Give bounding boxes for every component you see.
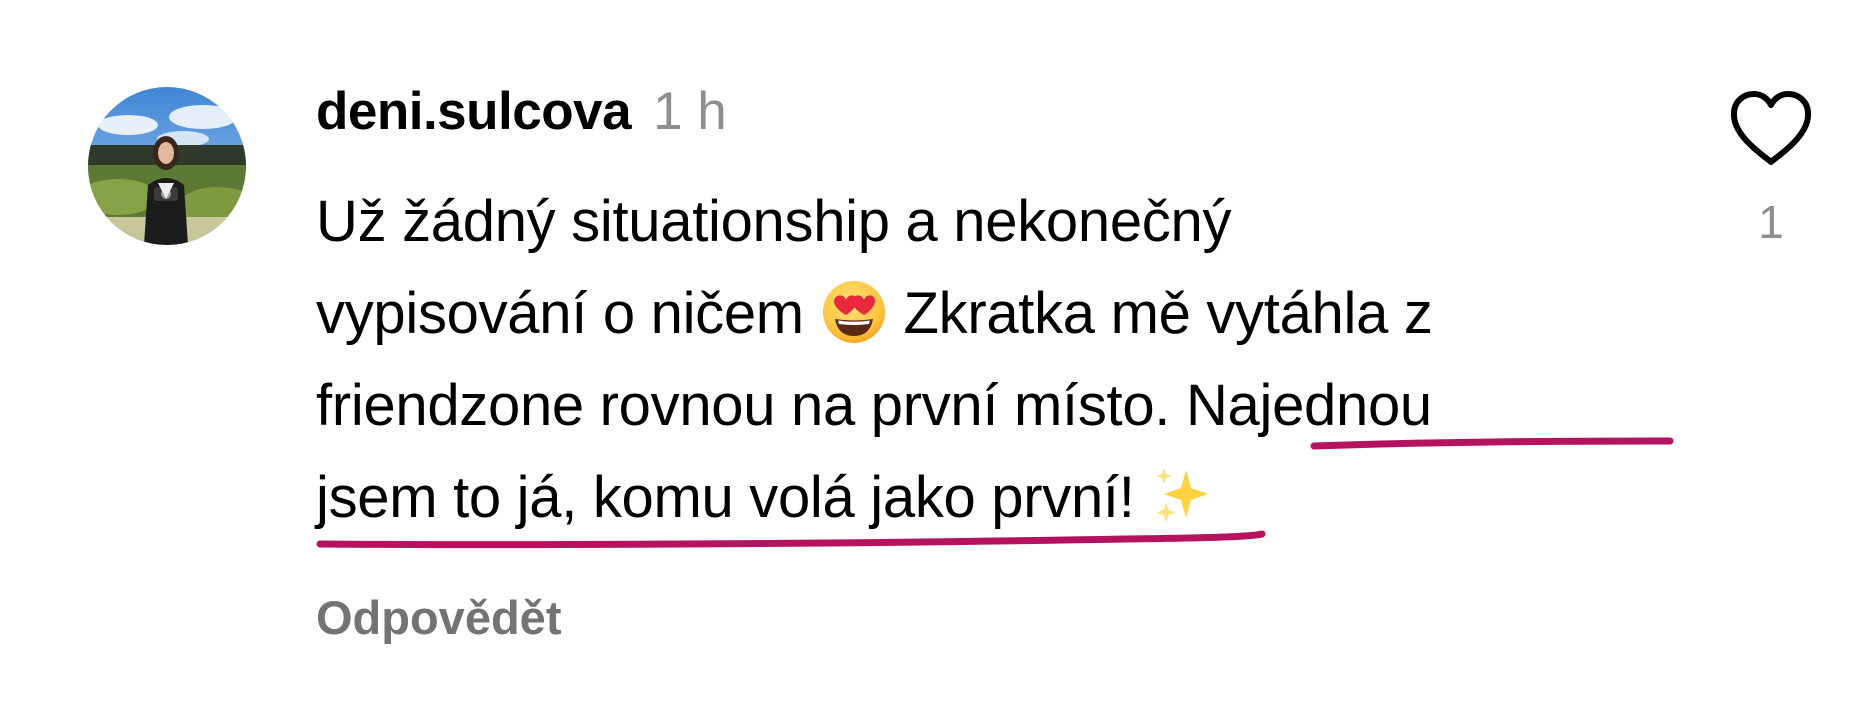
comment-text-segment: vypisování o ničem	[316, 281, 804, 346]
sparkles-emoji-icon	[1150, 464, 1214, 528]
comment-text-segment: Zkratka mě vytáhla z	[903, 281, 1433, 346]
heart-outline-icon[interactable]	[1729, 90, 1813, 168]
like-count: 1	[1758, 196, 1784, 248]
heart-eyes-emoji-icon	[820, 278, 888, 346]
like-area: 1	[1716, 90, 1826, 250]
reply-button[interactable]: Odpovědět	[316, 590, 561, 645]
username[interactable]: deni.sulcova	[316, 82, 632, 141]
comment-line-1: Už žádný situationship a nekonečný	[316, 176, 1676, 268]
comment-text-segment: Už žádný situationship a nekonečný	[316, 189, 1232, 254]
comment: deni.sulcova 1 h Už žádný situationship a…	[0, 0, 1872, 708]
comment-body: deni.sulcova 1 h Už žádný situationship a…	[316, 76, 1676, 645]
highlighted-text-segment: Najednou	[1185, 373, 1432, 438]
comment-line-2: vypisování o ničem Zkratka mě vytáhla z	[316, 268, 1676, 360]
comment-line-3: friendzone rovnou na první místo. Najedn…	[316, 360, 1676, 452]
comment-line-4: jsem to já, komu volá jako první!	[316, 452, 1676, 544]
comment-header: deni.sulcova 1 h	[316, 76, 1676, 148]
timestamp: 1 h	[653, 82, 727, 141]
highlighted-text-segment: jsem to já, komu volá jako první!	[316, 465, 1135, 530]
comment-text: Už žádný situationship a nekonečný vypis…	[316, 176, 1676, 544]
comment-text-segment: friendzone rovnou na první místo.	[316, 373, 1171, 438]
avatar[interactable]	[88, 87, 246, 245]
avatar-photo	[88, 87, 246, 245]
